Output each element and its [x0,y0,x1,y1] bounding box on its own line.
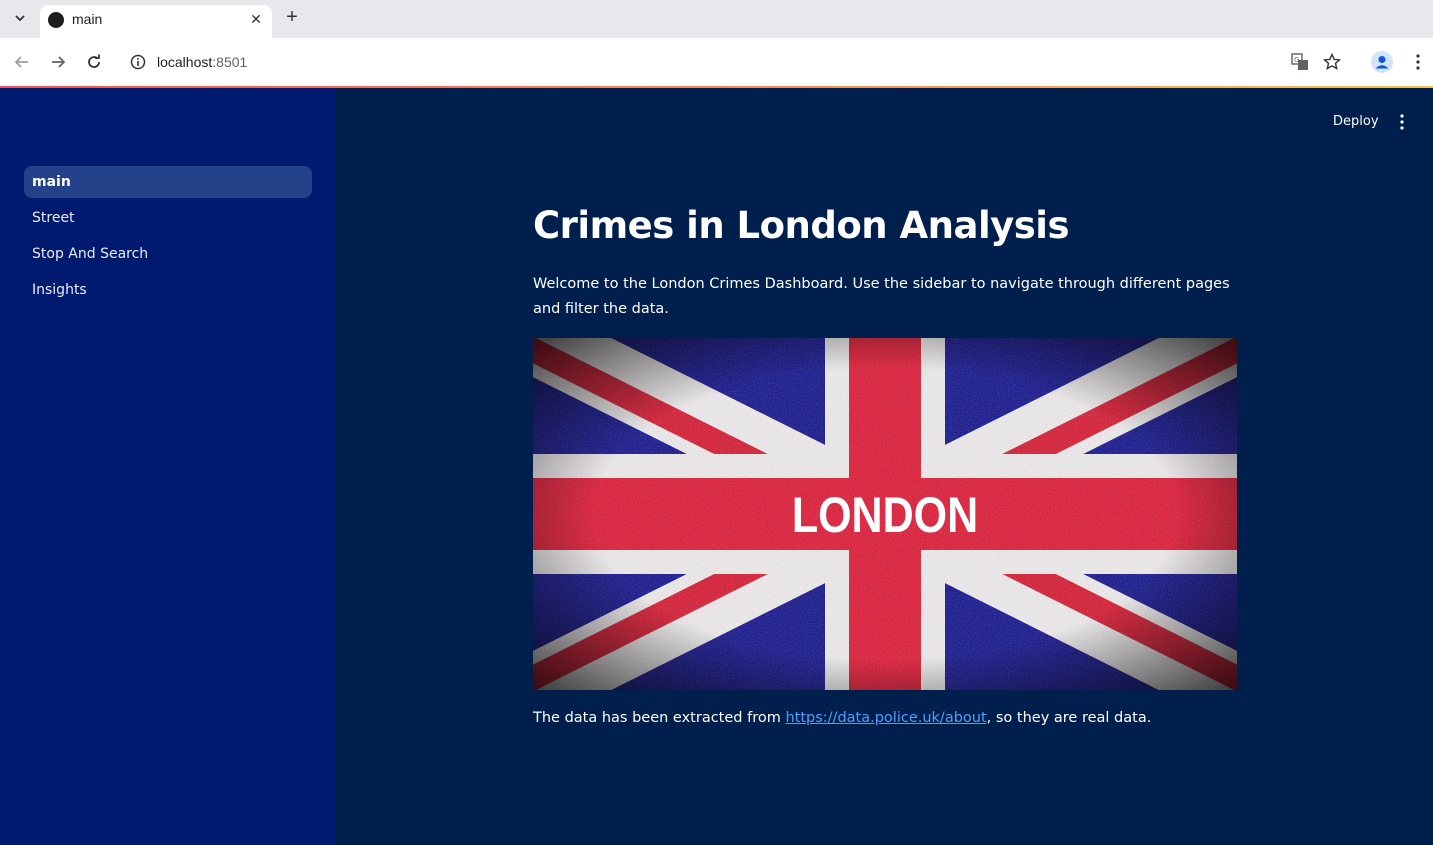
sidebar-item-insights[interactable]: Insights [24,274,312,306]
tab-title: main [72,11,103,27]
tab-search-button[interactable] [8,6,32,30]
bookmark-star-icon[interactable] [1320,50,1344,74]
address-bar[interactable]: localhost:8501 [120,45,1356,79]
url-text[interactable]: localhost:8501 [157,54,247,70]
sidebar: main Street Stop And Search Insights [0,88,336,845]
svg-text:G: G [1294,56,1299,64]
new-tab-icon[interactable]: + [282,7,302,27]
browser-tab-strip: main ✕ + [0,0,1433,38]
back-icon[interactable] [10,50,34,74]
data-source-text: The data has been extracted from https:/… [533,708,1151,728]
browser-menu-icon[interactable] [1406,50,1430,74]
intro-text: Welcome to the London Crimes Dashboard. … [533,276,1230,317]
london-image-label: LONDON [792,487,978,543]
reload-icon[interactable] [82,50,106,74]
page-title: Crimes in London Analysis [533,204,1069,247]
url-port: :8501 [212,54,248,70]
sidebar-item-main[interactable]: main [24,166,312,198]
app-menu-icon[interactable] [1394,112,1410,132]
footer-suffix: , so they are real data. [986,710,1152,726]
london-flag-image: LONDON [533,338,1237,690]
footer-prefix: The data has been extracted from [533,710,786,726]
deploy-button[interactable]: Deploy [1333,114,1379,129]
url-host: localhost [157,54,213,70]
union-jack-graphic: LONDON [533,338,1237,690]
sidebar-item-stop-and-search[interactable]: Stop And Search [24,238,312,270]
forward-icon[interactable] [46,50,70,74]
close-tab-icon[interactable]: ✕ [248,11,264,27]
chevron-down-icon [15,15,25,22]
streamlit-favicon-icon [48,12,64,28]
sidebar-item-street[interactable]: Street [24,202,312,234]
browser-toolbar: localhost:8501 G [0,38,1433,86]
translate-icon[interactable]: G [1288,50,1312,74]
main-content: Deploy Crimes in London Analysis Welcome… [336,88,1433,845]
site-info-icon[interactable] [130,54,146,70]
profile-avatar-icon[interactable] [1370,50,1394,74]
data-source-link[interactable]: https://data.police.uk/about [785,710,986,726]
browser-tab-active[interactable]: main ✕ [40,5,272,38]
